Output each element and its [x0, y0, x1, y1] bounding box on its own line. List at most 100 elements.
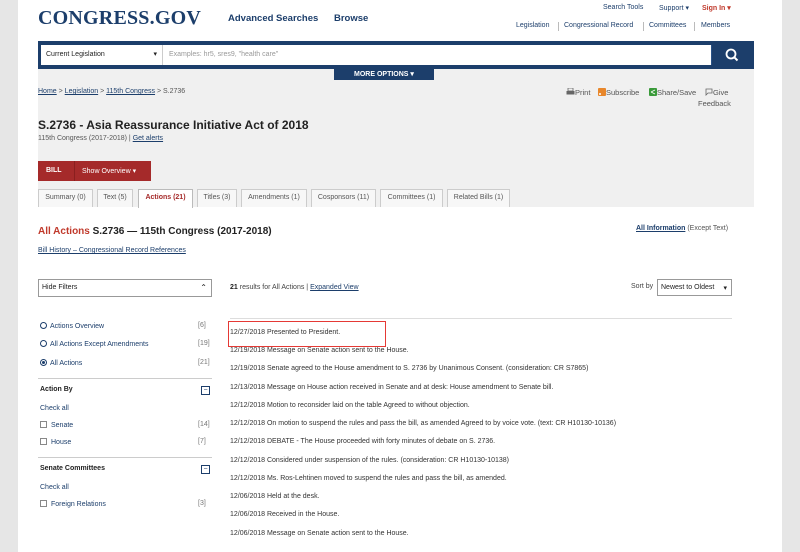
- divider: [38, 378, 212, 379]
- radio-icon: [40, 340, 47, 347]
- radio-all-actions-except-amendments[interactable]: All Actions Except Amendments: [40, 340, 148, 348]
- subnav-legislation[interactable]: Legislation: [516, 22, 549, 29]
- sort-by-label: Sort by: [631, 283, 654, 290]
- site-header: CONGRESS.GOV Advanced Searches Browse Se…: [18, 0, 782, 38]
- checkbox-house[interactable]: House: [40, 438, 71, 446]
- subnav-committees[interactable]: Committees: [649, 22, 686, 29]
- divider: [694, 22, 695, 31]
- search-button[interactable]: [711, 45, 751, 65]
- collapse-icon[interactable]: −: [201, 465, 210, 474]
- give-feedback-link[interactable]: Give: [705, 88, 728, 97]
- check-all-link[interactable]: Check all: [40, 405, 69, 412]
- radio-icon: [40, 322, 47, 329]
- print-link[interactable]: Print: [566, 87, 591, 97]
- all-information-link[interactable]: All Information: [636, 225, 685, 232]
- results-count: 21: [230, 284, 238, 291]
- check-all-link[interactable]: Check all: [40, 484, 69, 491]
- breadcrumb-legislation[interactable]: Legislation: [65, 88, 98, 95]
- tab-cosponsors[interactable]: Cosponsors (11): [311, 189, 376, 207]
- action-row: 12/13/2018 Message on House action recei…: [230, 384, 554, 391]
- subnav-congressional-record[interactable]: Congressional Record: [564, 22, 633, 29]
- divider: [74, 161, 75, 181]
- site-logo[interactable]: CONGRESS.GOV: [38, 7, 201, 30]
- sign-in-menu[interactable]: Sign In ▾: [702, 4, 731, 12]
- chevron-down-icon: ▾: [723, 285, 727, 292]
- share-label: Share/Save: [657, 88, 697, 97]
- action-row: 12/19/2018 Message on Senate action sent…: [230, 347, 409, 354]
- tab-amendments[interactable]: Amendments (1): [241, 189, 307, 207]
- print-label: Print: [575, 88, 591, 97]
- filter-count: [7]: [198, 438, 206, 445]
- breadcrumb: Home > Legislation > 115th Congress > S.…: [38, 88, 186, 95]
- results-divider: |: [306, 284, 309, 291]
- feedback-icon: [705, 88, 713, 96]
- support-menu[interactable]: Support ▾: [659, 4, 689, 12]
- checkbox-senate[interactable]: Senate: [40, 421, 73, 429]
- tab-actions[interactable]: Actions (21): [138, 189, 193, 208]
- checkbox-icon: [40, 500, 47, 507]
- more-options-button[interactable]: MORE OPTIONS ▾: [334, 69, 434, 80]
- results-label: results for All Actions: [239, 284, 305, 291]
- feedback-label[interactable]: Feedback: [698, 99, 731, 108]
- subnav-members[interactable]: Members: [701, 22, 730, 29]
- bill-label: BILL: [46, 167, 62, 174]
- get-alerts-link[interactable]: Get alerts: [133, 135, 163, 142]
- action-row: 12/06/2018 Held at the desk.: [230, 493, 320, 500]
- congress-label: 115th Congress (2017-2018): [38, 135, 127, 142]
- section-heading-rest: S.2736 — 115th Congress (2017-2018): [92, 226, 272, 237]
- breadcrumb-current: S.2736: [163, 88, 186, 95]
- subscribe-label: Subscribe: [606, 88, 640, 97]
- filter-count: [21]: [198, 359, 210, 366]
- bill-overview-bar[interactable]: BILL Show Overview ▾: [38, 161, 151, 181]
- radio-all-actions[interactable]: All Actions: [40, 359, 82, 367]
- search-input[interactable]: Examples: hr5, sres9, "health care": [163, 45, 711, 65]
- radio-label: All Actions Except Amendments: [50, 341, 149, 348]
- except-text-label: (Except Text): [687, 225, 729, 232]
- action-row: 12/12/2018 Motion to reconsider laid on …: [230, 402, 470, 409]
- filter-count: [14]: [198, 421, 210, 428]
- tab-summary[interactable]: Summary (0): [38, 189, 93, 207]
- advanced-searches-link[interactable]: Advanced Searches: [228, 13, 318, 24]
- divider: [38, 457, 212, 458]
- filter-count: [19]: [198, 340, 210, 347]
- tab-text[interactable]: Text (5): [97, 189, 133, 207]
- tab-titles[interactable]: Titles (3): [197, 189, 237, 207]
- share-save-link[interactable]: Share/Save: [649, 88, 696, 97]
- action-row: 12/06/2018 Received in the House.: [230, 511, 340, 518]
- checkbox-label: Foreign Relations: [51, 501, 106, 508]
- give-label: Give: [713, 88, 729, 97]
- action-row: 12/12/2018 On motion to suspend the rule…: [230, 420, 617, 427]
- search-scope-select[interactable]: Current Legislation ▾: [41, 45, 163, 65]
- collapse-icon[interactable]: −: [201, 386, 210, 395]
- show-overview-button[interactable]: Show Overview ▾: [82, 167, 136, 175]
- divider: [230, 318, 732, 319]
- action-row: 12/06/2018 Message on Senate action sent…: [230, 530, 409, 537]
- expanded-view-link[interactable]: Expanded View: [310, 284, 359, 291]
- congress-session: 115th Congress (2017-2018) | Get alerts: [38, 135, 164, 142]
- divider: [558, 22, 559, 31]
- bill-history-link[interactable]: Bill History – Congressional Record Refe…: [38, 247, 186, 254]
- page-title: S.2736 - Asia Reassurance Initiative Act…: [38, 118, 309, 132]
- rss-icon: [598, 88, 606, 96]
- action-row: 12/12/2018 DEBATE - The House proceeded …: [230, 438, 496, 445]
- breadcrumb-congress[interactable]: 115th Congress: [106, 88, 155, 95]
- subscribe-link[interactable]: Subscribe: [598, 88, 639, 97]
- sort-select[interactable]: Newest to Oldest ▾: [657, 279, 732, 296]
- action-row: 12/12/2018 Considered under suspension o…: [230, 457, 510, 464]
- radio-actions-overview[interactable]: Actions Overview: [40, 322, 104, 330]
- hide-filters-toggle[interactable]: Hide Filters ⌃: [38, 279, 212, 297]
- section-heading: All Actions S.2736 — 115th Congress (201…: [38, 226, 272, 237]
- hide-filters-label: Hide Filters: [42, 284, 78, 291]
- checkbox-foreign-relations[interactable]: Foreign Relations: [40, 500, 106, 508]
- search-tools-link[interactable]: Search Tools: [603, 4, 643, 11]
- breadcrumb-home[interactable]: Home: [38, 88, 57, 95]
- results-summary: 21 results for All Actions | Expanded Vi…: [230, 284, 359, 291]
- sort-value: Newest to Oldest: [661, 284, 715, 291]
- browse-link[interactable]: Browse: [334, 13, 368, 24]
- radio-selected-icon: [40, 359, 47, 366]
- tab-related-bills[interactable]: Related Bills (1): [447, 189, 510, 207]
- filter-count: [6]: [198, 322, 206, 329]
- tab-committees[interactable]: Committees (1): [380, 189, 443, 207]
- radio-label: All Actions: [50, 360, 83, 367]
- chevron-down-icon: ▾: [153, 51, 157, 58]
